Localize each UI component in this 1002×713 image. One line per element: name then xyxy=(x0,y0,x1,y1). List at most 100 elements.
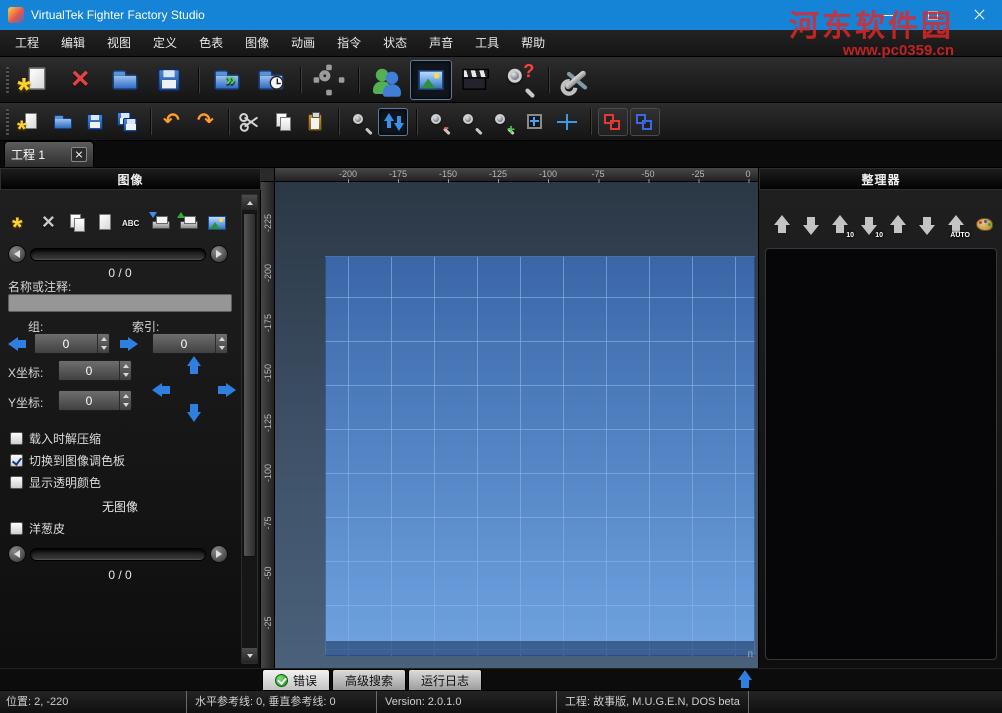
spin-down-button[interactable] xyxy=(98,344,109,354)
delete-sprite-button[interactable]: × xyxy=(36,210,62,236)
set-image-button[interactable] xyxy=(204,210,230,236)
save-as-button[interactable] xyxy=(112,108,142,136)
menu-images[interactable]: 图像 xyxy=(234,30,280,57)
import-sprite-button[interactable] xyxy=(148,210,174,236)
rename-sprite-button[interactable]: ABC xyxy=(120,210,146,236)
open-all-button[interactable]: » xyxy=(206,60,248,100)
zoom-reset-button[interactable] xyxy=(456,108,486,136)
move-down-10-button[interactable]: 10 xyxy=(856,212,882,238)
bottom-tab-run-log[interactable]: 运行日志 xyxy=(408,669,482,691)
spin-up-button[interactable] xyxy=(98,334,109,344)
spin-down-button[interactable] xyxy=(120,371,131,381)
canvas-scroll-up-button[interactable] xyxy=(733,671,753,689)
zoom-out-button[interactable]: - xyxy=(424,108,454,136)
checkbox-box[interactable] xyxy=(10,522,23,535)
export-sprite-button[interactable] xyxy=(176,210,202,236)
images-button[interactable] xyxy=(410,60,452,100)
paste-button[interactable] xyxy=(300,108,330,136)
new-project-button[interactable]: * xyxy=(16,60,58,100)
sprite-slider-left-button[interactable] xyxy=(8,245,26,263)
x-spin-buttons[interactable] xyxy=(119,361,131,380)
copy-button[interactable] xyxy=(268,108,298,136)
onion-previous-button[interactable] xyxy=(598,108,628,136)
bottom-tab-errors[interactable]: 错误 xyxy=(262,669,330,691)
move-down-button[interactable] xyxy=(798,212,824,238)
redo-button[interactable]: ↷ xyxy=(190,108,220,136)
onion-slider-right-button[interactable] xyxy=(210,545,228,563)
move-image-down-button[interactable] xyxy=(182,400,206,424)
menu-sounds[interactable]: 声音 xyxy=(418,30,464,57)
image-panel-scrollbar[interactable] xyxy=(241,194,258,664)
bottom-tab-advanced-search[interactable]: 高级搜索 xyxy=(332,669,406,691)
move-image-left-button[interactable] xyxy=(150,378,174,402)
menu-animations[interactable]: 动画 xyxy=(280,30,326,57)
canvas-area[interactable]: -200-175-150-125-100-75-50-250 -225-200-… xyxy=(261,168,758,668)
index-spinner[interactable]: 0 xyxy=(152,333,228,354)
open-file-button[interactable] xyxy=(48,108,78,136)
menu-project[interactable]: 工程 xyxy=(4,30,50,57)
characters-button[interactable] xyxy=(366,60,408,100)
move-image-up-button[interactable] xyxy=(182,354,206,378)
prev-group-button[interactable] xyxy=(6,332,30,356)
duplicate-sprite-button[interactable] xyxy=(64,210,90,236)
y-spinner[interactable]: 0 xyxy=(58,390,132,411)
scroll-up-button[interactable] xyxy=(242,195,257,210)
add-sprite-button[interactable]: * xyxy=(8,210,34,236)
sprite-slider-right-button[interactable] xyxy=(210,245,228,263)
checkbox-box[interactable] xyxy=(10,476,23,489)
auto-arrange-button[interactable]: AUTO xyxy=(943,212,969,238)
y-spin-buttons[interactable] xyxy=(119,391,131,410)
preview-button[interactable] xyxy=(346,108,376,136)
stage-grid[interactable] xyxy=(325,256,755,656)
menu-edit[interactable]: 编辑 xyxy=(50,30,96,57)
onion-slider-left-button[interactable] xyxy=(8,545,26,563)
move-up-10-button[interactable]: 10 xyxy=(827,212,853,238)
options-button[interactable] xyxy=(308,60,350,100)
move-to-top-button[interactable] xyxy=(885,212,911,238)
close-project-button[interactable]: × xyxy=(60,60,102,100)
scroll-down-button[interactable] xyxy=(242,648,257,663)
onion-skin-checkbox[interactable]: 洋葱皮 xyxy=(10,520,65,537)
scroll-thumb[interactable] xyxy=(243,213,256,557)
undo-button[interactable]: ↶ xyxy=(158,108,188,136)
save-project-button[interactable] xyxy=(148,60,190,100)
tab-project-1[interactable]: 工程 1 xyxy=(4,141,94,167)
decompress-checkbox[interactable]: 载入时解压缩 xyxy=(10,430,101,447)
spin-up-button[interactable] xyxy=(216,334,227,344)
spin-down-button[interactable] xyxy=(120,401,131,411)
animations-button[interactable] xyxy=(454,60,496,100)
zoom-in-button[interactable]: + xyxy=(488,108,518,136)
switch-palette-checkbox[interactable]: 切换到图像调色板 xyxy=(10,452,125,469)
menu-states[interactable]: 状态 xyxy=(372,30,418,57)
swap-view-button[interactable] xyxy=(378,108,408,136)
next-group-button[interactable] xyxy=(116,332,140,356)
open-project-button[interactable] xyxy=(104,60,146,100)
x-spinner[interactable]: 0 xyxy=(58,360,132,381)
zoom-fit-button[interactable] xyxy=(520,108,550,136)
menu-view[interactable]: 视图 xyxy=(96,30,142,57)
recent-projects-button[interactable] xyxy=(250,60,292,100)
onion-next-button[interactable] xyxy=(630,108,660,136)
maximize-button[interactable] xyxy=(910,0,956,30)
group-spin-buttons[interactable] xyxy=(97,334,109,353)
new-file-button[interactable]: * xyxy=(16,108,46,136)
index-spin-buttons[interactable] xyxy=(215,334,227,353)
vertical-ruler[interactable]: -225-200-175-150-125-100-75-50-25 xyxy=(261,182,275,668)
name-input[interactable] xyxy=(8,294,232,312)
paste-sprite-button[interactable] xyxy=(92,210,118,236)
close-button[interactable] xyxy=(956,0,1002,30)
move-up-button[interactable] xyxy=(769,212,795,238)
move-image-right-button[interactable] xyxy=(214,378,238,402)
horizontal-ruler[interactable]: -200-175-150-125-100-75-50-250 xyxy=(275,168,758,182)
search-button[interactable]: ? xyxy=(498,60,540,100)
onion-slider-track[interactable] xyxy=(30,548,206,561)
spin-up-button[interactable] xyxy=(120,361,131,371)
spin-up-button[interactable] xyxy=(120,391,131,401)
menu-definitions[interactable]: 定义 xyxy=(142,30,188,57)
cut-button[interactable] xyxy=(236,108,266,136)
minimize-button[interactable] xyxy=(864,0,910,30)
show-transparent-checkbox[interactable]: 显示透明颜色 xyxy=(10,474,101,491)
checkbox-box[interactable] xyxy=(10,454,23,467)
project-tab-close-button[interactable] xyxy=(71,147,87,162)
save-file-button[interactable] xyxy=(80,108,110,136)
